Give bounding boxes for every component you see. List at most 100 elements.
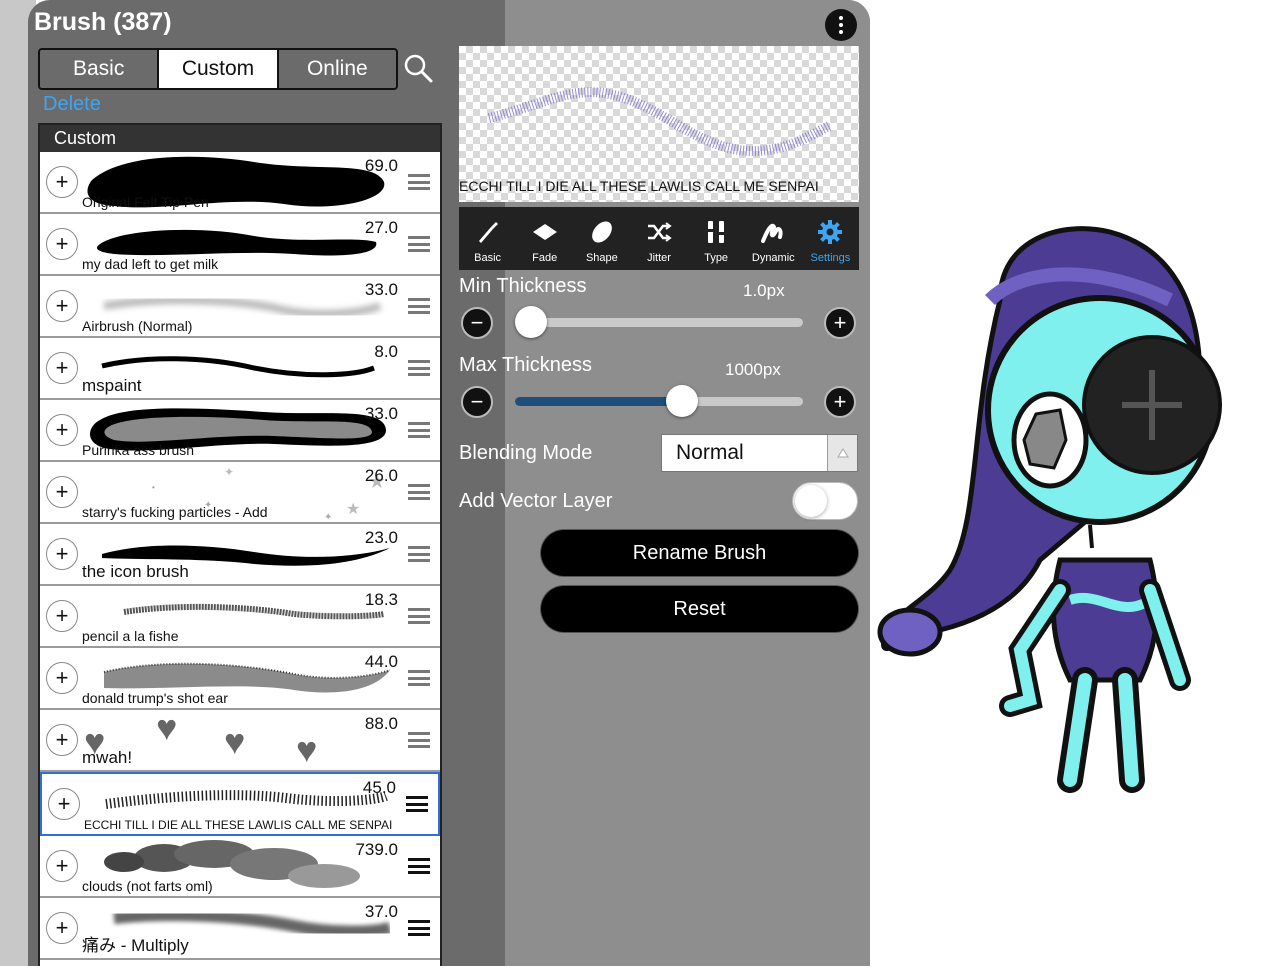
- drag-handle-icon[interactable]: [408, 236, 430, 252]
- tool-shape[interactable]: Shape: [573, 207, 630, 270]
- add-icon[interactable]: +: [46, 662, 78, 694]
- drawing-canvas[interactable]: [870, 0, 1280, 966]
- add-icon[interactable]: +: [48, 788, 80, 820]
- brush-row[interactable]: + 739.0 clouds (not farts oml): [40, 836, 440, 898]
- add-icon[interactable]: +: [46, 850, 78, 882]
- type-icon: [708, 221, 725, 243]
- svg-text:•: •: [152, 483, 155, 492]
- brush-name: starry's fucking particles - Add: [82, 504, 268, 520]
- brush-row[interactable]: + 37.0 痛み - Multiply: [40, 898, 440, 960]
- tab-online[interactable]: Online: [279, 50, 396, 88]
- drag-handle-icon[interactable]: [408, 546, 430, 562]
- tab-custom[interactable]: Custom: [159, 50, 279, 88]
- brush-row[interactable]: + ✦ ★ ★ • ✦ ✦ 26.0 starry's fucking part…: [40, 462, 440, 524]
- brush-size: 45.0: [362, 778, 396, 797]
- dropdown-arrow-icon[interactable]: [827, 435, 857, 471]
- brush-row-selected[interactable]: + 45.0 ECCHI TILL I DIE ALL THESE LAWLIS…: [40, 772, 440, 836]
- tool-basic[interactable]: Basic: [459, 207, 516, 270]
- max-thickness-slider[interactable]: [515, 397, 803, 406]
- max-thickness-label: Max Thickness: [459, 354, 593, 376]
- brush-size: 23.0: [364, 528, 398, 547]
- max-thickness-decrease-button[interactable]: −: [461, 386, 493, 418]
- brush-size: 739.0: [355, 840, 398, 859]
- tool-type[interactable]: Type: [688, 207, 745, 270]
- add-icon[interactable]: +: [46, 414, 78, 446]
- panel-title: Brush (387): [34, 8, 172, 36]
- min-thickness-decrease-button[interactable]: −: [461, 307, 493, 339]
- more-options-icon[interactable]: [825, 9, 857, 41]
- min-thickness-label: Min Thickness: [459, 275, 587, 297]
- add-icon[interactable]: +: [46, 290, 78, 322]
- add-icon[interactable]: +: [46, 352, 78, 384]
- brush-size: 27.0: [364, 218, 398, 237]
- brush-row[interactable]: + 33.0 Airbrush (Normal): [40, 276, 440, 338]
- brush-name: pencil a la fishe: [82, 628, 179, 644]
- blending-mode-select[interactable]: Normal: [661, 434, 858, 472]
- brush-name: clouds (not farts oml): [82, 878, 213, 894]
- brush-name: the icon brush: [82, 562, 189, 581]
- min-thickness-handle[interactable]: [515, 306, 547, 338]
- brush-row[interactable]: + 44.0 donald trump's shot ear: [40, 648, 440, 710]
- drag-handle-icon[interactable]: [408, 670, 430, 686]
- add-icon[interactable]: +: [46, 600, 78, 632]
- add-icon[interactable]: +: [46, 912, 78, 944]
- character-drawing: [877, 226, 1222, 793]
- brush-name: donald trump's shot ear: [82, 690, 228, 706]
- brush-row[interactable]: + ♥ ♥ ♥ ♥ 88.0 mwah!: [40, 710, 440, 772]
- brush-size: 37.0: [364, 902, 398, 921]
- min-thickness-increase-button[interactable]: +: [824, 307, 856, 339]
- max-thickness-handle[interactable]: [666, 385, 699, 417]
- tool-fade-label: Fade: [532, 252, 558, 264]
- max-thickness-increase-button[interactable]: +: [824, 386, 856, 418]
- min-thickness-slider[interactable]: [515, 318, 803, 327]
- reset-button[interactable]: Reset: [541, 586, 858, 632]
- brush-toolbar: Basic Fade Shape Jitter Type Dynamic Set…: [459, 207, 859, 270]
- stroke-preview-caption: ECCHI TILL I DIE ALL THESE LAWLIS CALL M…: [459, 178, 819, 194]
- drag-handle-icon[interactable]: [408, 732, 430, 748]
- blending-mode-value: Normal: [676, 441, 744, 464]
- list-header: Custom: [40, 125, 440, 152]
- tool-jitter[interactable]: Jitter: [630, 207, 687, 270]
- brush-row[interactable]: + 33.0 Puririka ass brush: [40, 400, 440, 462]
- vector-layer-label: Add Vector Layer: [459, 490, 613, 512]
- tab-basic[interactable]: Basic: [40, 50, 160, 88]
- brush-name: mspaint: [82, 376, 142, 395]
- svg-text:✦: ✦: [224, 465, 234, 479]
- vector-layer-toggle[interactable]: [792, 482, 858, 520]
- drag-handle-icon[interactable]: [408, 608, 430, 624]
- tool-fade[interactable]: Fade: [516, 207, 573, 270]
- tool-settings-label: Settings: [810, 252, 851, 264]
- brush-name: Airbrush (Normal): [82, 318, 193, 334]
- drag-handle-icon[interactable]: [408, 484, 430, 500]
- drag-handle-icon[interactable]: [408, 920, 430, 936]
- drag-handle-icon[interactable]: [408, 422, 430, 438]
- add-icon[interactable]: +: [46, 724, 78, 756]
- max-thickness-fill: [515, 397, 683, 406]
- brush-tabs: Basic Custom Online: [38, 48, 398, 90]
- add-icon[interactable]: +: [46, 228, 78, 260]
- drag-handle-icon[interactable]: [408, 858, 430, 874]
- delete-button[interactable]: Delete: [43, 93, 101, 116]
- tool-dynamic-label: Dynamic: [751, 252, 795, 264]
- svg-text:★: ★: [346, 501, 360, 518]
- brush-row[interactable]: + 8.0 mspaint: [40, 338, 440, 400]
- search-icon[interactable]: [402, 52, 434, 84]
- drag-handle-icon[interactable]: [408, 174, 430, 190]
- brush-row[interactable]: + 69.0 Original Felt Tip Pen: [40, 152, 440, 214]
- stroke-preview: ECCHI TILL I DIE ALL THESE LAWLIS CALL M…: [459, 46, 859, 202]
- rename-brush-button[interactable]: Rename Brush: [541, 530, 858, 576]
- brush-row[interactable]: + 18.3 pencil a la fishe: [40, 586, 440, 648]
- dynamic-icon: [761, 223, 783, 243]
- add-icon[interactable]: +: [46, 476, 78, 508]
- drag-handle-icon[interactable]: [408, 360, 430, 376]
- brush-row[interactable]: + 23.0 the icon brush: [40, 524, 440, 586]
- drag-handle-icon[interactable]: [406, 796, 428, 812]
- drag-handle-icon[interactable]: [408, 298, 430, 314]
- blending-mode-label: Blending Mode: [459, 442, 593, 464]
- tool-dynamic[interactable]: Dynamic: [745, 207, 802, 270]
- add-icon[interactable]: +: [46, 166, 78, 198]
- tool-settings[interactable]: Settings: [802, 207, 859, 270]
- add-icon[interactable]: +: [46, 538, 78, 570]
- brush-row[interactable]: + 27.0 my dad left to get milk: [40, 214, 440, 276]
- tool-type-label: Type: [704, 252, 729, 264]
